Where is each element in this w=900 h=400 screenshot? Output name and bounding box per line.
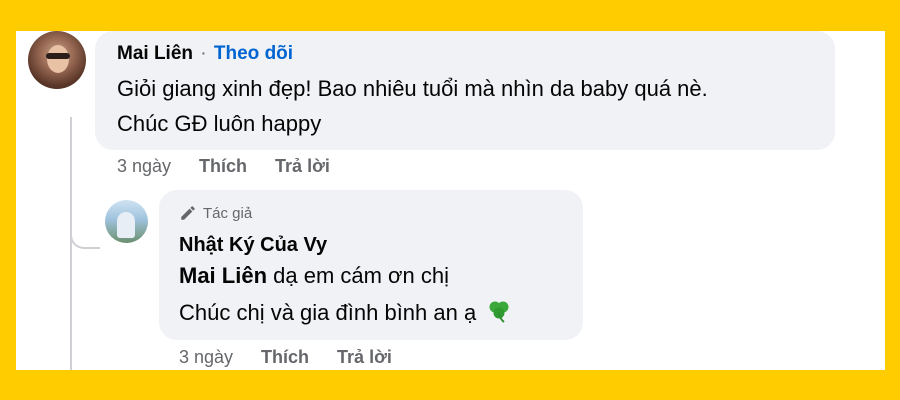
reply-timestamp[interactable]: 3 ngày [179, 347, 233, 368]
reply-actions: 3 ngày Thích Trả lời [179, 347, 420, 368]
shamrock-icon [489, 301, 509, 323]
avatar-glasses [46, 53, 70, 59]
comment-text-line-1: Giỏi giang xinh đẹp! Bao nhiêu tuổi mà n… [117, 76, 708, 101]
comment-thread-panel: Mai Liên · Theo dõi Giỏi giang xinh đẹp!… [16, 31, 885, 370]
reply-reply-button[interactable]: Trả lời [337, 347, 392, 368]
reply-text-line-2: Chúc chị và gia đình bình an ạ [179, 298, 512, 326]
reply-author-name[interactable]: Nhật Ký Của Vy [179, 234, 327, 257]
avatar-face [47, 45, 69, 73]
comment-text-line-2: Chúc GĐ luôn happy [117, 111, 322, 136]
mention-link[interactable]: Mai Liên [179, 263, 267, 288]
author-badge-label: Tác giả [203, 204, 253, 222]
reply-text-line-1-rest: dạ em cám ơn chị [267, 263, 449, 288]
comment-timestamp[interactable]: 3 ngày [117, 156, 171, 177]
reply-text-line-2-content: Chúc chị và gia đình bình an ạ [179, 300, 477, 325]
comment-bubble: Mai Liên · Theo dõi Giỏi giang xinh đẹp!… [95, 31, 835, 150]
separator-dot: · [200, 43, 207, 64]
reply-like-button[interactable]: Thích [261, 347, 309, 368]
reply-bubble: Tác giả Nhật Ký Của Vy Mai Liên dạ em cá… [159, 190, 583, 340]
pencil-icon [181, 206, 195, 220]
follow-link[interactable]: Theo dõi [214, 43, 293, 64]
comment-author-name[interactable]: Mai Liên [117, 43, 193, 64]
author-badge: Tác giả [179, 204, 252, 222]
commenter-avatar[interactable] [28, 31, 86, 89]
replier-avatar[interactable] [105, 200, 148, 243]
like-button[interactable]: Thích [199, 156, 247, 177]
avatar-figure [117, 212, 135, 238]
thread-connector-curve [70, 201, 100, 249]
comment-header: Mai Liên · Theo dõi [117, 43, 293, 65]
reply-text-line-1: Mai Liên dạ em cám ơn chị [179, 263, 449, 289]
reply-button[interactable]: Trả lời [275, 156, 330, 177]
thread-connector-line [70, 117, 72, 370]
comment-actions: 3 ngày Thích Trả lời [117, 156, 358, 177]
